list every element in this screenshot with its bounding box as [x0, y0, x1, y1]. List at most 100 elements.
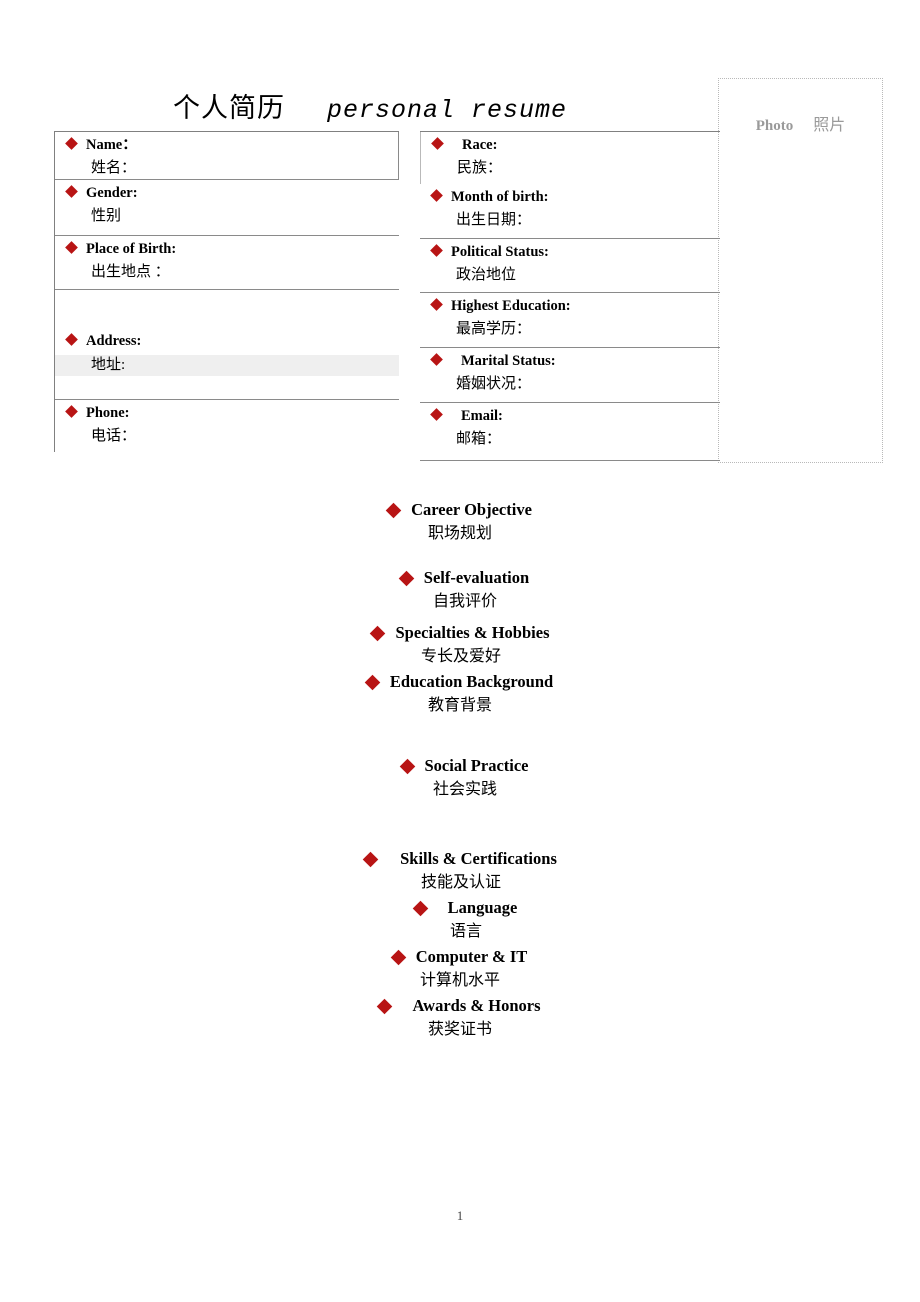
field-address-text-en: Address: — [86, 333, 142, 349]
diamond-bullet-icon — [430, 298, 443, 311]
field-race-text-en: Race: — [462, 137, 498, 153]
field-highest-education-text-en: Highest Education: — [451, 298, 571, 314]
section-education-background[interactable]: Education Background 教育背景 — [0, 670, 920, 718]
resume-section-list: Career Objective 职场规划 Self-evaluation 自我… — [0, 498, 920, 1042]
field-month-of-birth[interactable]: Month of birth: 出生日期： — [420, 184, 720, 239]
field-address-input-shading[interactable]: 地址: — [55, 354, 399, 376]
field-name-text-en: Name： — [86, 137, 137, 153]
page-title-english: personal resume — [326, 96, 568, 125]
section-language-cn: 语言 — [449, 923, 482, 940]
personal-info-right-column: Race: 民族： Month of birth: 出生日期： Politica… — [420, 131, 720, 461]
section-self-evaluation[interactable]: Self-evaluation 自我评价 — [0, 566, 920, 614]
section-specialties-hobbies-cn: 专长及爱好 — [420, 648, 501, 665]
field-month-of-birth-label-cn: 出生日期： — [456, 211, 532, 228]
section-computer-it-cn: 计算机水平 — [419, 972, 500, 989]
section-specialties-hobbies-en: Specialties & Hobbies — [2, 621, 920, 645]
diamond-bullet-icon — [430, 408, 443, 421]
diamond-bullet-icon — [65, 241, 78, 254]
photo-placeholder-box[interactable]: Photo 照片 — [718, 78, 883, 463]
section-self-evaluation-en: Self-evaluation — [10, 566, 920, 590]
page-title: 个人简历 personal resume — [0, 86, 740, 126]
field-month-of-birth-label-en: Month of birth: — [420, 189, 720, 205]
section-language[interactable]: Language 语言 — [0, 896, 920, 944]
field-political-status-label-en: Political Status: — [420, 244, 720, 260]
field-address-label-en: Address: — [55, 333, 399, 349]
field-race[interactable]: Race: 民族： — [420, 132, 720, 184]
section-career-objective-en: Career Objective — [0, 498, 920, 522]
field-place-of-birth[interactable]: Place of Birth: 出生地点 ： — [55, 236, 399, 290]
field-address[interactable]: Address: 地址: — [55, 290, 399, 400]
field-phone-label-en: Phone: — [55, 405, 399, 421]
field-phone[interactable]: Phone: 电话： — [55, 400, 399, 452]
section-awards-honors-en: Awards & Honors — [0, 994, 920, 1018]
field-marital-status-label-en: Marital Status: — [420, 353, 720, 369]
section-computer-it[interactable]: Computer & IT 计算机水平 — [0, 945, 920, 993]
diamond-bullet-icon — [370, 625, 386, 642]
diamond-bullet-icon — [398, 570, 415, 587]
photo-placeholder-label: Photo 照片 — [719, 111, 882, 135]
page-number: 1 — [456, 1208, 464, 1223]
field-gender[interactable]: Gender: 性别 — [55, 180, 399, 236]
section-social-practice-en: Social Practice — [10, 754, 920, 778]
photo-label-chinese: 照片 — [813, 117, 846, 134]
field-phone-text-en: Phone: — [86, 405, 130, 421]
field-political-status[interactable]: Political Status: 政治地位 — [420, 239, 720, 293]
section-career-objective[interactable]: Career Objective 职场规划 — [0, 498, 920, 546]
section-computer-it-en: Computer & IT — [0, 945, 920, 969]
field-name-label-cn: 姓名： — [91, 159, 137, 176]
field-marital-status[interactable]: Marital Status: 婚姻状况： — [420, 348, 720, 403]
field-highest-education-label-en: Highest Education: — [420, 298, 720, 314]
section-awards-honors[interactable]: Awards & Honors 获奖证书 — [0, 994, 920, 1042]
section-education-background-cn: 教育背景 — [427, 697, 492, 714]
diamond-bullet-icon — [412, 900, 428, 917]
section-language-en: Language — [12, 896, 920, 920]
diamond-bullet-icon — [377, 998, 393, 1015]
diamond-bullet-icon — [65, 405, 78, 418]
diamond-bullet-icon — [65, 185, 78, 198]
diamond-bullet-icon — [399, 758, 415, 775]
section-self-evaluation-cn: 自我评价 — [432, 593, 497, 610]
field-name[interactable]: Name： 姓名： — [55, 132, 399, 180]
field-place-of-birth-label-cn: 出生地点 ： — [91, 263, 170, 280]
diamond-bullet-icon — [390, 949, 407, 966]
section-awards-honors-cn: 获奖证书 — [427, 1021, 492, 1038]
field-gender-text-en: Gender: — [86, 185, 138, 201]
section-career-objective-cn: 职场规划 — [427, 525, 492, 542]
field-marital-status-text-en: Marital Status: — [461, 353, 556, 369]
diamond-bullet-icon — [430, 353, 443, 366]
page-title-chinese: 个人简历 — [172, 93, 285, 123]
diamond-bullet-icon — [65, 137, 78, 150]
field-race-label-cn: 民族： — [457, 159, 503, 176]
field-email-label-cn: 邮箱： — [456, 430, 502, 447]
diamond-bullet-icon — [65, 333, 78, 346]
field-phone-label-cn: 电话： — [91, 427, 137, 444]
resume-page: 个人简历 personal resume Photo 照片 Name： 姓名： Ge… — [0, 0, 920, 1302]
field-race-label-en: Race: — [421, 137, 720, 153]
field-email-text-en: Email: — [461, 408, 503, 424]
field-place-of-birth-label-en: Place of Birth: — [55, 241, 399, 257]
field-address-label-cn: 地址: — [91, 356, 126, 373]
field-gender-label-cn: 性别 — [91, 207, 122, 224]
diamond-bullet-icon — [364, 674, 381, 691]
field-highest-education[interactable]: Highest Education: 最高学历： — [420, 293, 720, 348]
diamond-bullet-icon — [431, 137, 444, 150]
section-skills-certifications[interactable]: Skills & Certifications 技能及认证 — [0, 847, 920, 895]
section-skills-certifications-cn: 技能及认证 — [420, 874, 501, 891]
diamond-bullet-icon — [430, 244, 443, 257]
section-specialties-hobbies[interactable]: Specialties & Hobbies 专长及爱好 — [0, 621, 920, 669]
diamond-bullet-icon — [430, 189, 443, 202]
section-skills-certifications-en: Skills & Certifications — [2, 847, 920, 871]
field-name-label-en: Name： — [55, 137, 398, 153]
field-political-status-text-en: Political Status: — [451, 244, 549, 260]
photo-label-english: Photo — [755, 118, 794, 134]
field-gender-label-en: Gender: — [55, 185, 399, 201]
diamond-bullet-icon — [362, 851, 379, 868]
field-email-label-en: Email: — [420, 408, 720, 424]
section-social-practice-cn: 社会实践 — [432, 781, 497, 798]
section-social-practice[interactable]: Social Practice 社会实践 — [0, 754, 920, 802]
field-marital-status-label-cn: 婚姻状况： — [456, 375, 532, 392]
field-month-of-birth-text-en: Month of birth: — [451, 189, 549, 205]
field-email[interactable]: Email: 邮箱： — [420, 403, 720, 461]
section-education-background-en: Education Background — [0, 670, 920, 694]
personal-info-left-column: Name： 姓名： Gender: 性别 Place of Birth: 出生地… — [54, 131, 399, 452]
